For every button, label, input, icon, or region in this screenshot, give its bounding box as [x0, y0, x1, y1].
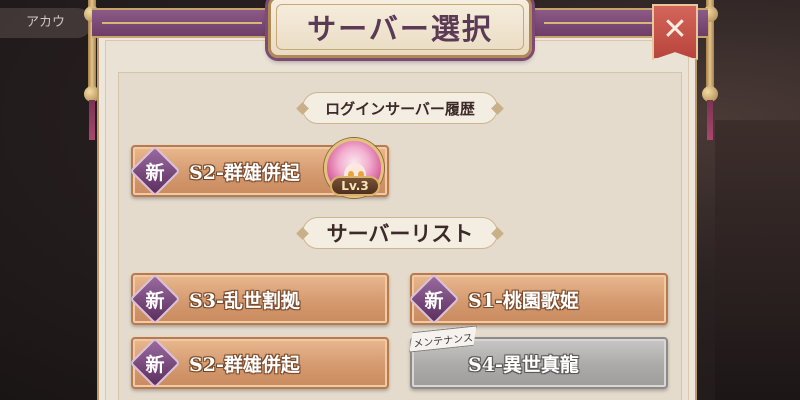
title-plate: サーバー選択	[268, 0, 532, 58]
server-name: S3-乱世割拠	[189, 289, 300, 312]
page-title: サーバー選択	[307, 12, 493, 46]
close-icon: ✕	[662, 11, 688, 47]
player-level-badge: Lv.3	[330, 176, 380, 196]
server-name: S2-群雄併起	[189, 161, 300, 184]
new-badge-label: 新	[145, 353, 165, 376]
server-name: S4-異世真龍	[468, 353, 579, 376]
server-button-s1[interactable]: 新 S1-桃園歌姫	[408, 273, 668, 325]
background-scenery	[715, 120, 800, 400]
close-button[interactable]: ✕	[652, 4, 698, 60]
login-history-label-text: ログインサーバー履歴	[325, 99, 475, 118]
server-name: S1-桃園歌姫	[468, 289, 579, 312]
account-button[interactable]: アカウ	[0, 8, 92, 38]
account-label: アカウ	[26, 15, 66, 30]
server-name: S2-群雄併起	[189, 353, 300, 376]
server-list-label-text: サーバーリスト	[326, 221, 474, 246]
new-badge-label: 新	[424, 289, 444, 312]
header-decoration-left	[102, 22, 262, 24]
server-button-s3[interactable]: 新 S3-乱世割拠	[129, 273, 389, 325]
right-tassel	[707, 100, 713, 140]
left-tassel	[89, 100, 95, 140]
server-button-s4[interactable]: メンテナンス S4-異世真龍	[410, 337, 668, 389]
server-button-s2[interactable]: 新 S2-群雄併起	[129, 337, 389, 389]
new-badge-label: 新	[145, 161, 165, 184]
new-badge-label: 新	[145, 289, 165, 312]
login-history-label: ログインサーバー履歴	[302, 92, 498, 124]
server-list-label: サーバーリスト	[302, 217, 498, 249]
